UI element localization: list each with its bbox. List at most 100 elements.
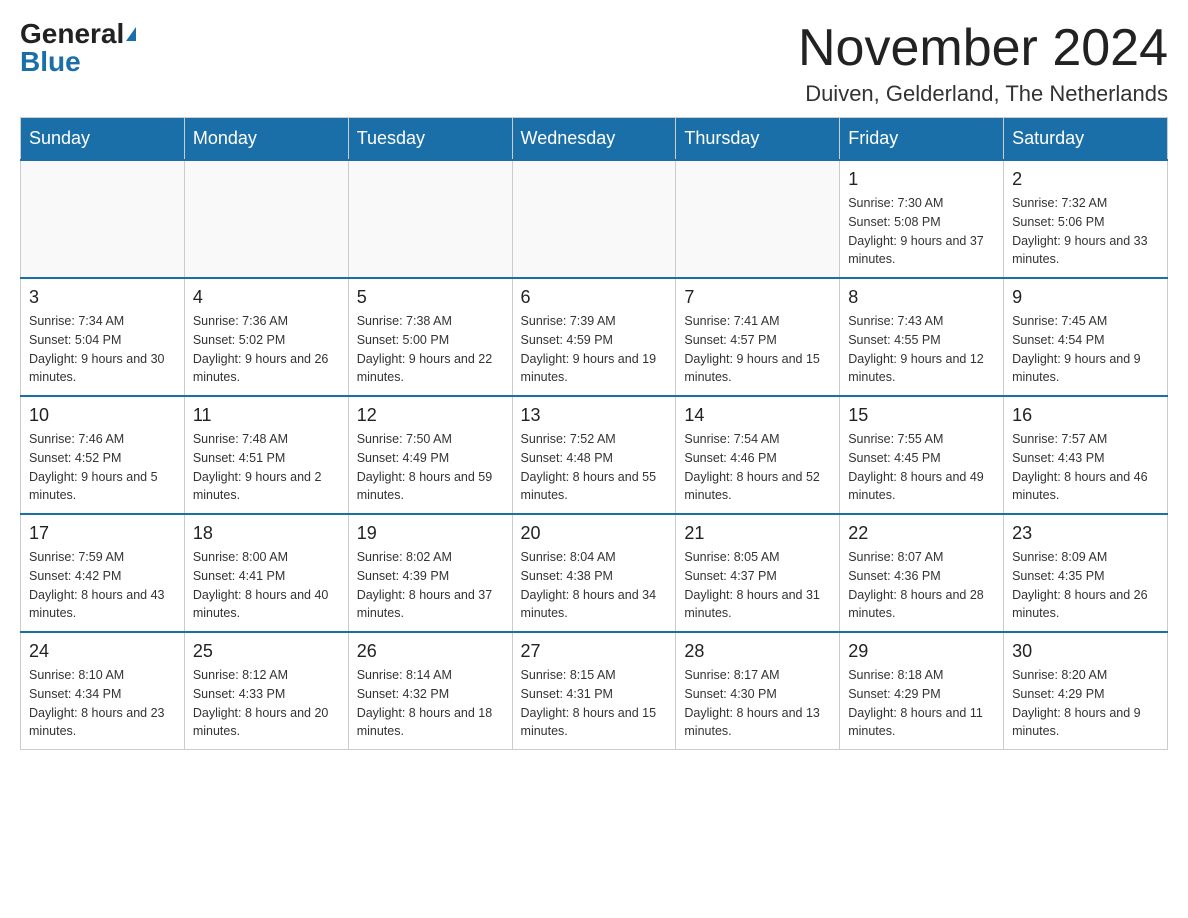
day-info: Sunrise: 8:00 AMSunset: 4:41 PMDaylight:… <box>193 548 340 623</box>
calendar-header-row: SundayMondayTuesdayWednesdayThursdayFrid… <box>21 118 1168 161</box>
calendar-cell: 26Sunrise: 8:14 AMSunset: 4:32 PMDayligh… <box>348 632 512 750</box>
calendar-cell: 22 Sunrise: 8:07 AMSunset: 4:36 PMDayligh… <box>840 514 1004 632</box>
day-info: Sunrise: 7:41 AMSunset: 4:57 PMDaylight:… <box>684 312 831 387</box>
day-number: 1 <box>848 169 995 190</box>
day-number: 28 <box>684 641 831 662</box>
week-row-1: 1Sunrise: 7:30 AMSunset: 5:08 PMDaylight… <box>21 160 1168 278</box>
calendar-cell: 16 Sunrise: 7:57 AMSunset: 4:43 PMDayligh… <box>1004 396 1168 514</box>
calendar-cell: 27Sunrise: 8:15 AMSunset: 4:31 PMDayligh… <box>512 632 676 750</box>
calendar-cell: 17Sunrise: 7:59 AMSunset: 4:42 PMDayligh… <box>21 514 185 632</box>
day-info: Sunrise: 8:18 AMSunset: 4:29 PMDaylight:… <box>848 666 995 741</box>
day-number: 13 <box>521 405 668 426</box>
day-number: 8 <box>848 287 995 308</box>
column-header-tuesday: Tuesday <box>348 118 512 161</box>
day-number: 9 <box>1012 287 1159 308</box>
day-number: 5 <box>357 287 504 308</box>
month-title: November 2024 <box>798 20 1168 77</box>
logo-triangle-icon <box>126 27 136 41</box>
day-info: Sunrise: 8:09 AMSunset: 4:35 PMDaylight:… <box>1012 548 1159 623</box>
column-header-thursday: Thursday <box>676 118 840 161</box>
day-info: Sunrise: 8:17 AMSunset: 4:30 PMDaylight:… <box>684 666 831 741</box>
day-info: Sunrise: 7:45 AMSunset: 4:54 PMDaylight:… <box>1012 312 1159 387</box>
column-header-friday: Friday <box>840 118 1004 161</box>
logo: General Blue <box>20 20 136 76</box>
calendar-cell: 23 Sunrise: 8:09 AMSunset: 4:35 PMDayligh… <box>1004 514 1168 632</box>
day-info: Sunrise: 8:10 AMSunset: 4:34 PMDaylight:… <box>29 666 176 741</box>
calendar-cell <box>184 160 348 278</box>
day-number: 29 <box>848 641 995 662</box>
day-number: 30 <box>1012 641 1159 662</box>
day-info: Sunrise: 8:02 AMSunset: 4:39 PMDaylight:… <box>357 548 504 623</box>
day-number: 15 <box>848 405 995 426</box>
day-info: Sunrise: 7:46 AMSunset: 4:52 PMDaylight:… <box>29 430 176 505</box>
column-header-monday: Monday <box>184 118 348 161</box>
day-number: 11 <box>193 405 340 426</box>
day-info: Sunrise: 8:07 AMSunset: 4:36 PMDaylight:… <box>848 548 995 623</box>
calendar-cell: 1Sunrise: 7:30 AMSunset: 5:08 PMDaylight… <box>840 160 1004 278</box>
column-header-wednesday: Wednesday <box>512 118 676 161</box>
day-info: Sunrise: 7:52 AMSunset: 4:48 PMDaylight:… <box>521 430 668 505</box>
calendar-cell: 19 Sunrise: 8:02 AMSunset: 4:39 PMDayligh… <box>348 514 512 632</box>
week-row-4: 17Sunrise: 7:59 AMSunset: 4:42 PMDayligh… <box>21 514 1168 632</box>
column-header-sunday: Sunday <box>21 118 185 161</box>
day-number: 19 <box>357 523 504 544</box>
calendar-cell: 8 Sunrise: 7:43 AMSunset: 4:55 PMDaylight… <box>840 278 1004 396</box>
day-info: Sunrise: 7:38 AMSunset: 5:00 PMDaylight:… <box>357 312 504 387</box>
day-info: Sunrise: 7:50 AMSunset: 4:49 PMDaylight:… <box>357 430 504 505</box>
day-number: 17 <box>29 523 176 544</box>
logo-general: General <box>20 20 124 48</box>
week-row-3: 10 Sunrise: 7:46 AMSunset: 4:52 PMDayligh… <box>21 396 1168 514</box>
day-info: Sunrise: 8:12 AMSunset: 4:33 PMDaylight:… <box>193 666 340 741</box>
day-number: 4 <box>193 287 340 308</box>
day-number: 3 <box>29 287 176 308</box>
day-info: Sunrise: 7:57 AMSunset: 4:43 PMDaylight:… <box>1012 430 1159 505</box>
day-info: Sunrise: 7:39 AMSunset: 4:59 PMDaylight:… <box>521 312 668 387</box>
day-info: Sunrise: 7:36 AMSunset: 5:02 PMDaylight:… <box>193 312 340 387</box>
day-info: Sunrise: 8:05 AMSunset: 4:37 PMDaylight:… <box>684 548 831 623</box>
day-number: 26 <box>357 641 504 662</box>
calendar-cell: 4 Sunrise: 7:36 AMSunset: 5:02 PMDaylight… <box>184 278 348 396</box>
day-info: Sunrise: 7:54 AMSunset: 4:46 PMDaylight:… <box>684 430 831 505</box>
day-info: Sunrise: 7:43 AMSunset: 4:55 PMDaylight:… <box>848 312 995 387</box>
calendar-cell: 3Sunrise: 7:34 AMSunset: 5:04 PMDaylight… <box>21 278 185 396</box>
day-number: 16 <box>1012 405 1159 426</box>
calendar-cell: 24 Sunrise: 8:10 AMSunset: 4:34 PMDayligh… <box>21 632 185 750</box>
day-info: Sunrise: 8:20 AMSunset: 4:29 PMDaylight:… <box>1012 666 1159 741</box>
calendar-cell <box>512 160 676 278</box>
calendar-table: SundayMondayTuesdayWednesdayThursdayFrid… <box>20 117 1168 750</box>
calendar-cell: 18Sunrise: 8:00 AMSunset: 4:41 PMDayligh… <box>184 514 348 632</box>
calendar-cell: 12 Sunrise: 7:50 AMSunset: 4:49 PMDayligh… <box>348 396 512 514</box>
day-number: 22 <box>848 523 995 544</box>
calendar-cell: 11 Sunrise: 7:48 AMSunset: 4:51 PMDayligh… <box>184 396 348 514</box>
day-info: Sunrise: 7:55 AMSunset: 4:45 PMDaylight:… <box>848 430 995 505</box>
day-number: 24 <box>29 641 176 662</box>
week-row-2: 3Sunrise: 7:34 AMSunset: 5:04 PMDaylight… <box>21 278 1168 396</box>
week-row-5: 24 Sunrise: 8:10 AMSunset: 4:34 PMDayligh… <box>21 632 1168 750</box>
calendar-cell: 5 Sunrise: 7:38 AMSunset: 5:00 PMDaylight… <box>348 278 512 396</box>
calendar-cell: 28 Sunrise: 8:17 AMSunset: 4:30 PMDayligh… <box>676 632 840 750</box>
calendar-cell <box>21 160 185 278</box>
day-number: 2 <box>1012 169 1159 190</box>
calendar-cell: 9 Sunrise: 7:45 AMSunset: 4:54 PMDaylight… <box>1004 278 1168 396</box>
day-number: 23 <box>1012 523 1159 544</box>
calendar-cell: 15 Sunrise: 7:55 AMSunset: 4:45 PMDayligh… <box>840 396 1004 514</box>
calendar-cell: 29 Sunrise: 8:18 AMSunset: 4:29 PMDayligh… <box>840 632 1004 750</box>
day-number: 6 <box>521 287 668 308</box>
calendar-cell <box>348 160 512 278</box>
day-info: Sunrise: 7:48 AMSunset: 4:51 PMDaylight:… <box>193 430 340 505</box>
day-number: 7 <box>684 287 831 308</box>
calendar-cell: 14Sunrise: 7:54 AMSunset: 4:46 PMDayligh… <box>676 396 840 514</box>
day-number: 12 <box>357 405 504 426</box>
day-number: 21 <box>684 523 831 544</box>
calendar-cell: 2Sunrise: 7:32 AMSunset: 5:06 PMDaylight… <box>1004 160 1168 278</box>
logo-blue: Blue <box>20 48 81 76</box>
calendar-cell: 10 Sunrise: 7:46 AMSunset: 4:52 PMDayligh… <box>21 396 185 514</box>
calendar-cell: 20Sunrise: 8:04 AMSunset: 4:38 PMDayligh… <box>512 514 676 632</box>
calendar-cell: 30 Sunrise: 8:20 AMSunset: 4:29 PMDayligh… <box>1004 632 1168 750</box>
column-header-saturday: Saturday <box>1004 118 1168 161</box>
calendar-cell: 6 Sunrise: 7:39 AMSunset: 4:59 PMDaylight… <box>512 278 676 396</box>
calendar-cell: 7 Sunrise: 7:41 AMSunset: 4:57 PMDaylight… <box>676 278 840 396</box>
day-number: 10 <box>29 405 176 426</box>
title-area: November 2024 Duiven, Gelderland, The Ne… <box>798 20 1168 107</box>
calendar-cell <box>676 160 840 278</box>
